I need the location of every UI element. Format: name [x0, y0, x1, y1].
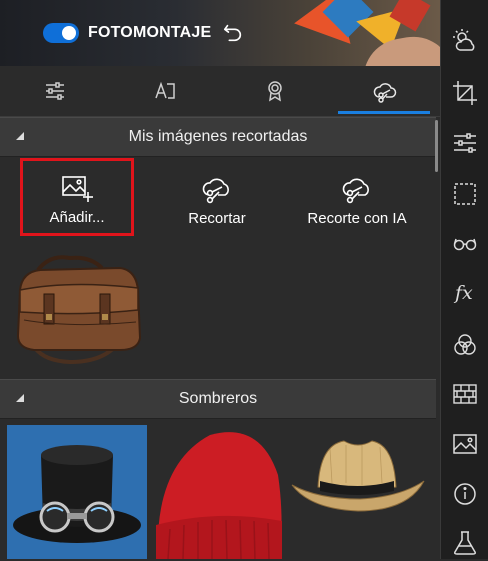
tab-adjustments[interactable] [0, 66, 110, 116]
sliders-icon [46, 82, 64, 100]
weather-button[interactable] [452, 28, 478, 54]
straw-cowboy-hat-image[interactable] [290, 425, 425, 559]
glasses-button[interactable] [452, 231, 478, 257]
selection-button[interactable] [452, 181, 478, 207]
section-title: Sombreros [178, 390, 258, 407]
fx-icon: fx [455, 282, 473, 304]
text-icon [155, 81, 175, 99]
top-hat-goggles-image[interactable] [7, 425, 147, 559]
fotomontaje-panel: FOTOMONTAJE Mis imágenes recortadas Añad… [0, 0, 440, 559]
lab-button[interactable] [452, 530, 478, 556]
section-title: Mis imágenes recortadas [128, 128, 308, 145]
crop-button[interactable] [452, 80, 478, 106]
cutout-button[interactable]: Recortar [152, 160, 282, 236]
ai-cutout-icon [342, 178, 369, 204]
fx-button[interactable]: fx [452, 282, 478, 308]
frames-button[interactable] [452, 381, 478, 407]
info-button[interactable] [452, 481, 478, 507]
header-photo-strip: FOTOMONTAJE [0, 0, 440, 66]
tab-cutouts[interactable] [330, 66, 440, 116]
adjustments-icon [454, 133, 476, 153]
tool-tabs [0, 66, 440, 117]
cutout-icon [202, 178, 229, 204]
red-beanie-image[interactable] [150, 425, 285, 559]
glasses-icon [453, 238, 477, 251]
selection-icon [454, 183, 476, 205]
fotomontaje-toggle[interactable] [43, 23, 79, 43]
active-tab-indicator [338, 111, 430, 114]
fotomontaje-title: FOTOMONTAJE [88, 24, 212, 41]
scrollbar-thumb[interactable] [435, 120, 438, 172]
image-icon [453, 434, 477, 454]
color-button[interactable] [452, 332, 478, 358]
tab-badges[interactable] [220, 66, 330, 116]
badge-icon [268, 81, 282, 102]
color-circles-icon [454, 334, 476, 355]
add-image-button[interactable]: Añadir... [20, 158, 134, 236]
toggle-knob [62, 26, 76, 40]
cutout-icon [373, 83, 397, 103]
add-image-icon [62, 176, 93, 202]
flask-icon [454, 531, 476, 555]
ai-cutout-button[interactable]: Recorte con IA [292, 160, 422, 236]
bricks-icon [453, 384, 477, 404]
add-image-label: Añadir... [49, 209, 105, 226]
adjustments-button[interactable] [452, 130, 478, 156]
undo-icon[interactable] [222, 22, 244, 44]
leather-bag-image[interactable] [10, 250, 142, 368]
section-header-hats[interactable]: Sombreros [0, 379, 436, 419]
weather-icon [453, 29, 475, 51]
image-button[interactable] [452, 431, 478, 457]
section-header-cutouts[interactable]: Mis imágenes recortadas [0, 117, 436, 157]
crop-icon [453, 81, 477, 105]
info-icon [454, 483, 476, 505]
cutout-label: Recortar [188, 210, 246, 227]
ai-cutout-label: Recorte con IA [307, 210, 407, 227]
tab-text[interactable] [110, 66, 220, 116]
